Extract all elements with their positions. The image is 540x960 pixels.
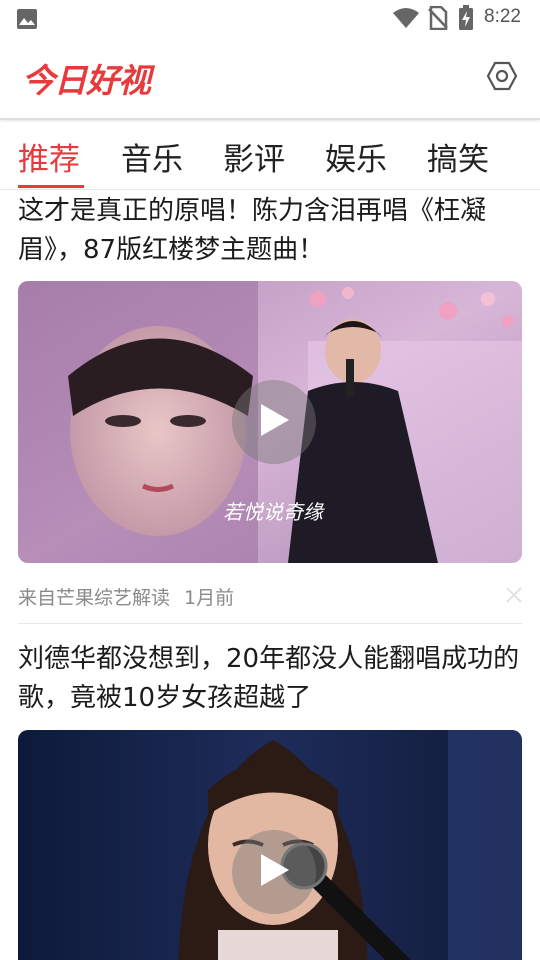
- tab-recommend[interactable]: 推荐: [18, 134, 80, 179]
- settings-button[interactable]: [482, 58, 522, 98]
- app-header: 今日好视: [0, 36, 540, 120]
- active-tab-indicator: [18, 185, 84, 188]
- tab-entertainment[interactable]: 娱乐: [325, 134, 387, 179]
- dismiss-button[interactable]: [503, 584, 525, 606]
- play-icon: [257, 852, 291, 892]
- play-icon: [257, 402, 291, 442]
- article-time: 1月前: [184, 587, 235, 609]
- wifi-icon: [392, 7, 420, 33]
- article-source: 来自芒果综艺解读: [18, 587, 171, 609]
- feed-divider: [18, 623, 522, 624]
- tab-comedy[interactable]: 搞笑: [427, 134, 489, 179]
- tab-music[interactable]: 音乐: [121, 134, 183, 179]
- video-thumbnail[interactable]: 若悦说奇缘: [18, 281, 522, 563]
- status-bar: 8:22: [0, 0, 540, 36]
- article-title[interactable]: 这才是真正的原唱！陈力含泪再唱《枉凝眉》，87版红楼梦主题曲！: [18, 192, 524, 270]
- video-feed[interactable]: 这才是真正的原唱！陈力含泪再唱《枉凝眉》，87版红楼梦主题曲！ 若悦说奇缘 来自…: [0, 190, 540, 960]
- clock: 8:22: [484, 6, 521, 27]
- article-meta: 来自芒果综艺解读 1月前: [18, 583, 234, 610]
- settings-hexagon-icon: [486, 60, 518, 96]
- play-button[interactable]: [232, 830, 316, 914]
- battery-icon: [458, 5, 474, 35]
- play-button[interactable]: [232, 380, 316, 464]
- gallery-icon: [16, 8, 38, 34]
- video-overlay-caption: 若悦说奇缘: [223, 500, 325, 524]
- video-thumbnail[interactable]: [18, 730, 522, 960]
- app-logo: 今日好视: [22, 61, 151, 100]
- no-sim-icon: [428, 5, 448, 34]
- tab-film-review[interactable]: 影评: [223, 134, 285, 179]
- close-icon: [503, 587, 525, 610]
- article-title[interactable]: 刘德华都没想到，20年都没人能翻唱成功的歌，竟被10岁女孩超越了: [18, 640, 524, 718]
- category-tabs: 推荐 音乐 影评 娱乐 搞笑: [0, 122, 540, 190]
